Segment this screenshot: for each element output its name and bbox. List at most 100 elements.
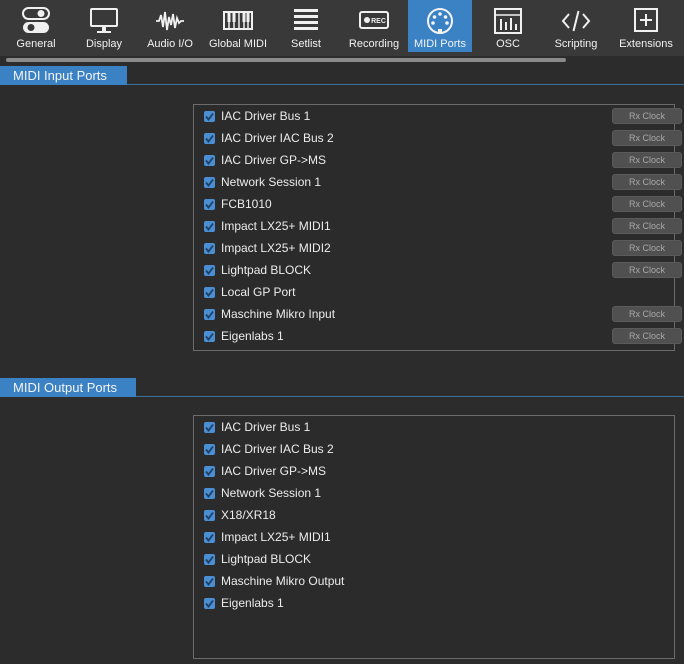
tab-label: Extensions — [619, 38, 673, 50]
port-name: X18/XR18 — [221, 508, 276, 522]
port-row: X18/XR18 — [204, 504, 674, 526]
checkmark-icon — [205, 310, 214, 319]
output-ports-panel: IAC Driver Bus 1 IAC Driver IAC Bus 2 IAC … — [193, 415, 675, 659]
tab-audio-io[interactable]: Audio I/O — [136, 0, 204, 52]
port-enabled-checkbox[interactable] — [204, 132, 215, 144]
checkmark-icon — [205, 445, 214, 454]
mixer-icon — [494, 8, 522, 34]
port-enabled-checkbox[interactable] — [204, 242, 215, 254]
checkmark-icon — [205, 134, 214, 143]
input-ports-panel: IAC Driver Bus 1 Rx Clock IAC Driver IAC B… — [193, 104, 682, 351]
port-name: IAC Driver GP->MS — [221, 464, 327, 478]
port-row: Eigenlabs 1 Rx Clock — [204, 325, 682, 347]
checkmark-icon — [205, 332, 214, 341]
checkmark-icon — [205, 467, 214, 476]
tab-extensions[interactable]: Extensions — [608, 0, 684, 52]
port-row: Impact LX25+ MIDI1 — [204, 526, 674, 548]
port-row: Lightpad BLOCK — [204, 548, 674, 570]
tab-display[interactable]: Display — [72, 0, 136, 52]
port-enabled-checkbox[interactable] — [204, 575, 215, 587]
tab-scripting[interactable]: Scripting — [544, 0, 608, 52]
tab-setlist[interactable]: Setlist — [272, 0, 340, 52]
port-row: IAC Driver Bus 1 Rx Clock — [204, 105, 682, 127]
tab-label: General — [16, 38, 56, 50]
port-row: Impact LX25+ MIDI2 Rx Clock — [204, 237, 682, 259]
port-enabled-checkbox[interactable] — [204, 264, 215, 276]
port-enabled-checkbox[interactable] — [204, 286, 215, 298]
checkmark-icon — [205, 555, 214, 564]
horizontal-scrollbar[interactable] — [6, 58, 566, 62]
port-enabled-checkbox[interactable] — [204, 154, 215, 166]
port-name: Network Session 1 — [221, 175, 322, 189]
midi-connector-icon — [427, 8, 453, 34]
rx-clock-button[interactable]: Rx Clock — [612, 174, 682, 190]
port-enabled-checkbox[interactable] — [204, 421, 215, 433]
checkmark-icon — [205, 288, 214, 297]
port-row: IAC Driver GP->MS Rx Clock — [204, 149, 682, 171]
checkmark-icon — [205, 577, 214, 586]
rx-clock-button[interactable]: Rx Clock — [612, 152, 682, 168]
checkmark-icon — [205, 244, 214, 253]
tab-label: Display — [85, 38, 123, 50]
checkmark-icon — [205, 599, 214, 608]
tab-label: Audio I/O — [147, 38, 193, 50]
port-enabled-checkbox[interactable] — [204, 110, 215, 122]
port-name: IAC Driver IAC Bus 2 — [221, 131, 334, 145]
tab-global-midi[interactable]: Global MIDI — [204, 0, 272, 52]
port-enabled-checkbox[interactable] — [204, 465, 215, 477]
port-name: FCB1010 — [221, 197, 272, 211]
port-enabled-checkbox[interactable] — [204, 509, 215, 521]
port-enabled-checkbox[interactable] — [204, 308, 215, 320]
rec-badge: REC — [371, 18, 386, 25]
rec-icon: REC — [359, 11, 389, 29]
list-icon — [294, 9, 318, 30]
port-enabled-checkbox[interactable] — [204, 330, 215, 342]
port-row: IAC Driver GP->MS — [204, 460, 674, 482]
monitor-icon — [90, 8, 118, 33]
port-enabled-checkbox[interactable] — [204, 553, 215, 565]
port-name: Impact LX25+ MIDI1 — [221, 530, 331, 544]
tab-label: Recording — [348, 38, 400, 50]
checkmark-icon — [205, 489, 214, 498]
port-row: IAC Driver IAC Bus 2 — [204, 438, 674, 460]
port-name: Lightpad BLOCK — [221, 263, 312, 277]
tab-midi-ports[interactable]: MIDI Ports — [408, 0, 472, 52]
port-enabled-checkbox[interactable] — [204, 531, 215, 543]
rx-clock-button[interactable]: Rx Clock — [612, 196, 682, 212]
port-row: Eigenlabs 1 — [204, 592, 674, 614]
tab-label: Global MIDI — [208, 38, 268, 50]
port-enabled-checkbox[interactable] — [204, 220, 215, 232]
port-name: Maschine Mikro Input — [221, 307, 336, 321]
port-row: IAC Driver Bus 1 — [204, 416, 674, 438]
checkmark-icon — [205, 178, 214, 187]
port-name: Network Session 1 — [221, 486, 322, 500]
tab-osc[interactable]: OSC — [472, 0, 544, 52]
tab-label: Scripting — [554, 38, 598, 50]
tab-recording[interactable]: REC Recording — [340, 0, 408, 52]
rx-clock-button[interactable]: Rx Clock — [612, 306, 682, 322]
port-enabled-checkbox[interactable] — [204, 443, 215, 455]
port-name: Lightpad BLOCK — [221, 552, 312, 566]
checkmark-icon — [205, 511, 214, 520]
tab-general[interactable]: General — [0, 0, 72, 52]
rx-clock-button[interactable]: Rx Clock — [612, 262, 682, 278]
output-section-header: MIDI Output Ports — [0, 378, 136, 397]
port-enabled-checkbox[interactable] — [204, 176, 215, 188]
checkmark-icon — [205, 423, 214, 432]
rx-clock-button[interactable]: Rx Clock — [612, 218, 682, 234]
rx-clock-button[interactable]: Rx Clock — [612, 130, 682, 146]
port-name: Eigenlabs 1 — [221, 329, 284, 343]
plus-box-icon — [634, 8, 658, 32]
port-name: Maschine Mikro Output — [221, 574, 345, 588]
rx-clock-button[interactable]: Rx Clock — [612, 328, 682, 344]
port-enabled-checkbox[interactable] — [204, 198, 215, 210]
rx-clock-button[interactable]: Rx Clock — [612, 240, 682, 256]
port-enabled-checkbox[interactable] — [204, 597, 215, 609]
checkmark-icon — [205, 112, 214, 121]
port-row: Network Session 1 Rx Clock — [204, 171, 682, 193]
port-row: Local GP Port — [204, 281, 674, 303]
port-row: Network Session 1 — [204, 482, 674, 504]
port-enabled-checkbox[interactable] — [204, 487, 215, 499]
rx-clock-button[interactable]: Rx Clock — [612, 108, 682, 124]
piano-keyboard-icon — [223, 11, 253, 30]
